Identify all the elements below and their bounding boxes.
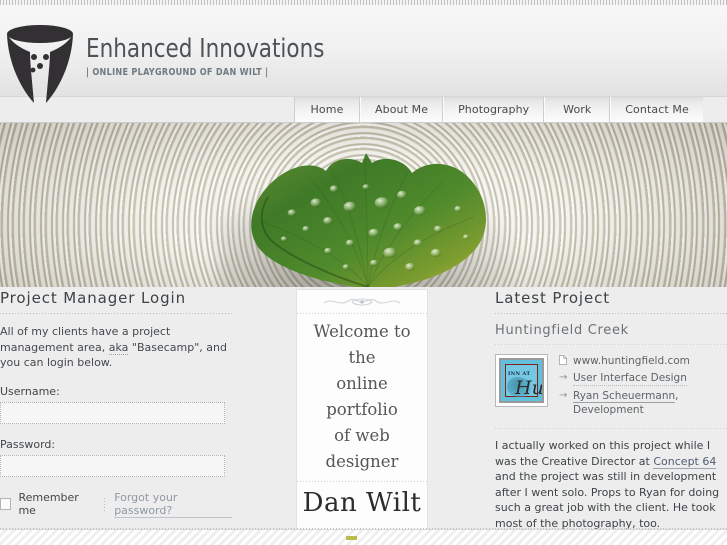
project-desc-part2: and the project was still in development… <box>495 470 720 530</box>
project-name-divider <box>495 344 727 345</box>
project-link-collaborator[interactable]: → Ryan Scheuermann, Development <box>559 389 727 417</box>
welcome-panel: Welcome to the online portfolio of web d… <box>296 289 428 530</box>
welcome-panel-column: Welcome to the online portfolio of web d… <box>296 289 428 530</box>
thumbnail-text-script: Hu <box>515 377 544 399</box>
footer-badge-icon <box>346 536 357 540</box>
welcome-line-2: online portfolio <box>326 374 398 419</box>
latest-project-column: Latest Project Huntingfield Creek INN AT… <box>495 289 727 542</box>
project-desc-divider <box>495 428 727 429</box>
site-title: Enhanced Innovations <box>86 34 325 64</box>
welcome-text: Welcome to the online portfolio of web d… <box>297 314 427 481</box>
document-icon <box>559 354 573 368</box>
nav-item-home[interactable]: Home <box>294 97 360 122</box>
brand-block[interactable]: Enhanced Innovations | ONLINE PLAYGROUND… <box>86 34 345 78</box>
remember-me-checkbox[interactable] <box>0 498 12 510</box>
login-column: Project Manager Login All of my clients … <box>0 289 232 545</box>
welcome-line-3: of web designer <box>325 426 399 471</box>
funnel-logo-icon[interactable] <box>4 18 76 106</box>
nav-item-work[interactable]: Work <box>544 97 611 122</box>
main-navigation[interactable]: Home About Me Photography Work Contact M… <box>294 97 703 122</box>
thumbnail-inner: INN AT Hu <box>499 358 544 403</box>
page-root: Enhanced Innovations | ONLINE PLAYGROUND… <box>0 0 727 545</box>
project-website-url[interactable]: www.huntingfield.com <box>573 354 690 368</box>
username-label: Username: <box>0 384 60 398</box>
nav-item-photography[interactable]: Photography <box>443 97 545 122</box>
password-label: Password: <box>0 437 56 451</box>
arrow-right-icon: → <box>559 390 568 401</box>
header-top-hatch-rule <box>0 0 727 5</box>
nav-item-about-me[interactable]: About Me <box>360 97 444 122</box>
password-input[interactable] <box>0 454 225 477</box>
login-title-divider <box>0 313 232 314</box>
project-thumbnail[interactable]: INN AT Hu <box>495 354 548 407</box>
project-role-label: User Interface Design <box>573 372 687 386</box>
main-content: Project Manager Login All of my clients … <box>0 289 727 545</box>
ginkgo-leaf-icon <box>222 151 512 287</box>
project-description: I actually worked on this project while … <box>495 438 727 531</box>
project-name: Huntingfield Creek <box>495 323 629 338</box>
login-intro-text: All of my clients have a project managem… <box>0 324 232 371</box>
collaborator-link[interactable]: Ryan Scheuermann <box>573 390 676 403</box>
remember-row: Remember me Forgot your password? <box>0 491 232 518</box>
forgot-password-link[interactable]: Forgot your password? <box>114 491 232 518</box>
row-separator <box>104 497 106 511</box>
designer-name: Dan Wilt <box>302 488 422 518</box>
latest-project-divider <box>495 313 727 314</box>
nav-item-contact-me[interactable]: Contact Me <box>610 97 703 122</box>
site-footer <box>0 529 727 545</box>
arrow-right-icon: → <box>559 372 568 383</box>
site-header: Enhanced Innovations | ONLINE PLAYGROUND… <box>0 0 727 103</box>
site-tagline: | ONLINE PLAYGROUND OF DAN WILT | <box>86 67 269 78</box>
project-row: INN AT Hu www.huntingfield.com → User In… <box>495 354 727 420</box>
login-title: Project Manager Login <box>0 289 186 307</box>
project-link-role: → User Interface Design <box>559 371 727 386</box>
login-intro-aka: aka <box>108 340 129 355</box>
username-input[interactable] <box>0 401 225 424</box>
concept-64-link[interactable]: Concept 64 <box>653 454 717 469</box>
flourish-ornament-icon <box>297 290 427 313</box>
hero-banner-image <box>0 122 727 287</box>
latest-project-title: Latest Project <box>495 289 611 307</box>
project-collaborator[interactable]: Ryan Scheuermann, Development <box>573 389 727 417</box>
remember-me-label[interactable]: Remember me <box>18 491 95 517</box>
project-link-website[interactable]: www.huntingfield.com <box>559 354 727 368</box>
welcome-line-1: Welcome to the <box>313 322 411 367</box>
project-links-list: www.huntingfield.com → User Interface De… <box>559 354 727 420</box>
